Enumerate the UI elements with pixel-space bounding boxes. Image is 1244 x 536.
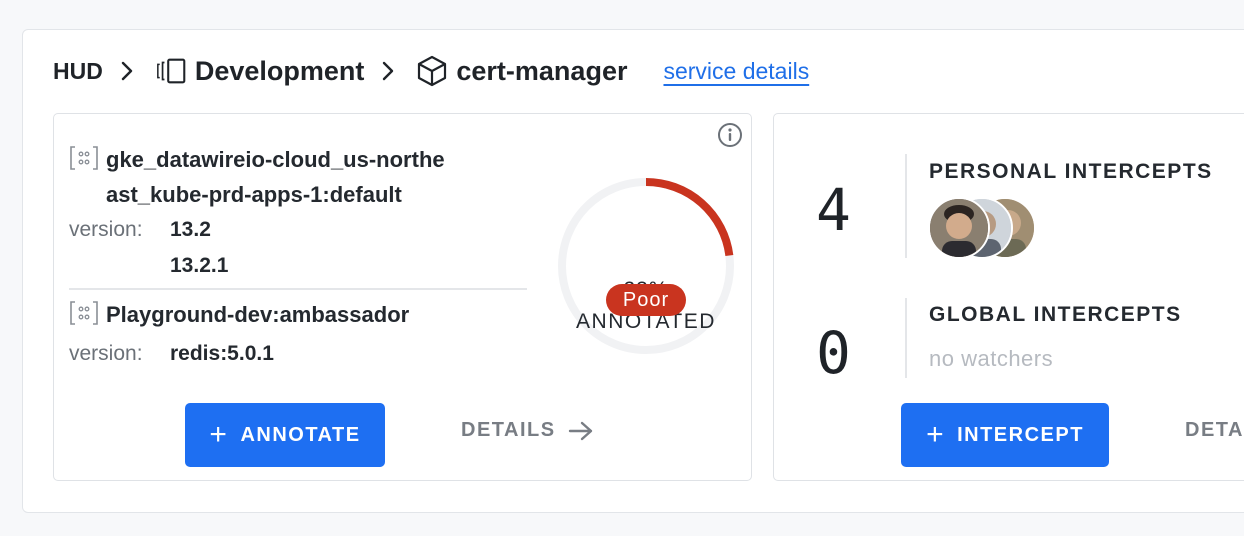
avatar[interactable] bbox=[928, 197, 990, 259]
version-row: version: redis:5.0.1 bbox=[69, 336, 274, 372]
rating-badge: Poor bbox=[606, 284, 686, 316]
chevron-right-icon bbox=[117, 58, 143, 84]
annotation-gauge: 23% ANNOTATED bbox=[554, 174, 738, 358]
cube-icon bbox=[416, 55, 450, 87]
details-button[interactable]: DETAILS bbox=[461, 419, 594, 442]
plus-icon: + bbox=[209, 418, 229, 451]
version-value: 13.2.1 bbox=[170, 254, 229, 277]
service-details-link[interactable]: service details bbox=[663, 58, 809, 85]
version-row: version: 13.2 bbox=[69, 212, 211, 248]
environment-icon bbox=[155, 57, 189, 85]
breadcrumb-environment[interactable]: Development bbox=[195, 56, 365, 87]
global-intercepts-title: GLOBAL INTERCEPTS bbox=[929, 303, 1182, 326]
intercept-button[interactable]: + INTERCEPT bbox=[901, 403, 1109, 467]
cluster-item: Playground-dev:ambassador bbox=[69, 297, 409, 332]
plus-icon: + bbox=[926, 418, 946, 451]
details-button[interactable]: DETA bbox=[1185, 419, 1244, 442]
divider bbox=[905, 154, 907, 258]
cluster-name-continued: ast_kube-prd-apps-1:default bbox=[106, 182, 402, 207]
intercept-button-label: INTERCEPT bbox=[957, 423, 1084, 446]
info-icon[interactable] bbox=[717, 122, 743, 148]
cluster-icon bbox=[69, 145, 99, 171]
cluster-name: gke_datawireio-cloud_us-northe bbox=[106, 147, 445, 172]
version-value: redis:5.0.1 bbox=[170, 342, 274, 365]
no-watchers-text: no watchers bbox=[929, 346, 1054, 371]
divider bbox=[905, 298, 907, 378]
global-intercepts-count: 0 bbox=[816, 319, 851, 387]
gauge-fill bbox=[645, 178, 734, 257]
annotate-button-label: ANNOTATE bbox=[240, 423, 361, 446]
details-button-label: DETA bbox=[1185, 419, 1244, 441]
arrow-right-icon bbox=[568, 420, 594, 442]
personal-intercepts-title: PERSONAL INTERCEPTS bbox=[929, 160, 1213, 183]
version-row: 13.2.1 bbox=[170, 248, 228, 284]
divider bbox=[69, 288, 527, 290]
service-panel: HUD Development cert-manager service det… bbox=[22, 29, 1244, 513]
chevron-right-icon bbox=[378, 58, 404, 84]
breadcrumb-hud[interactable]: HUD bbox=[53, 58, 103, 85]
cluster-item: gke_datawireio-cloud_us-northe ast_kube-… bbox=[69, 142, 445, 212]
breadcrumb-service: cert-manager bbox=[456, 55, 628, 86]
details-button-label: DETAILS bbox=[461, 419, 556, 441]
personal-intercepts-count: 4 bbox=[816, 176, 851, 244]
annotate-button[interactable]: + ANNOTATE bbox=[185, 403, 385, 467]
version-label: version: bbox=[69, 342, 143, 365]
intercepts-card: 4 PERSONAL INTERCEPTS 0 GLOBAL INTERCEPT… bbox=[773, 113, 1244, 481]
avatar-group[interactable] bbox=[928, 197, 1048, 259]
cluster-name: Playground-dev:ambassador bbox=[106, 302, 410, 327]
version-value: 13.2 bbox=[170, 218, 211, 241]
annotation-card: gke_datawireio-cloud_us-northe ast_kube-… bbox=[53, 113, 752, 481]
cluster-icon bbox=[69, 300, 99, 326]
breadcrumb: HUD Development cert-manager service det… bbox=[53, 52, 809, 90]
version-label: version: bbox=[69, 218, 143, 241]
